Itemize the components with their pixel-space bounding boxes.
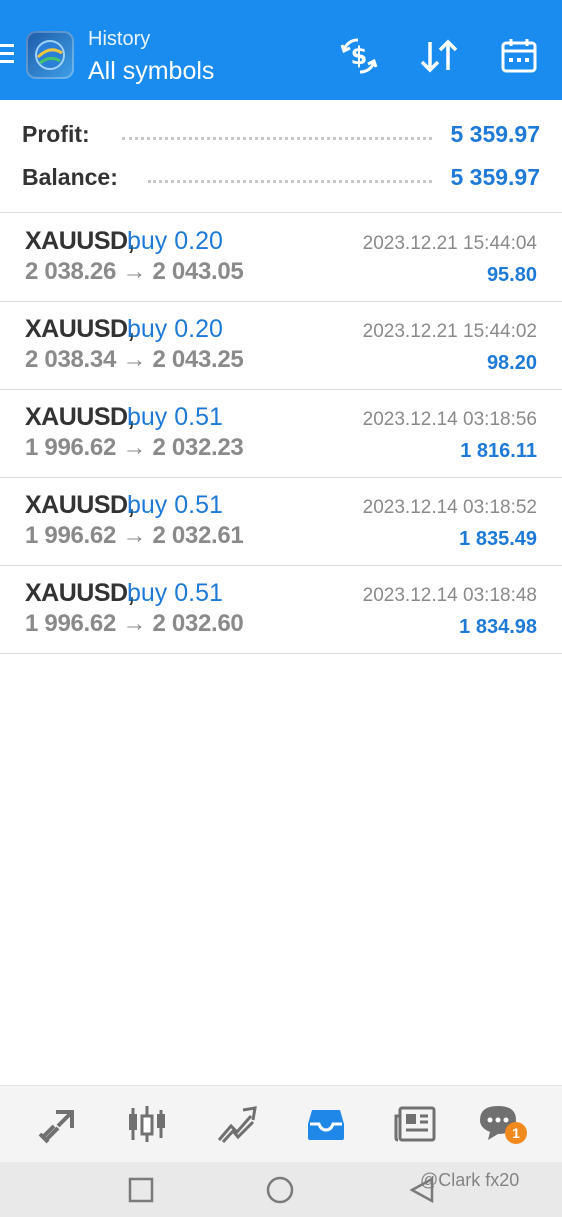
- header-title[interactable]: All symbols: [88, 57, 214, 86]
- deal-time: 2023.12.21 15:44:04: [362, 233, 537, 254]
- news-icon[interactable]: [394, 1102, 438, 1146]
- chat-icon[interactable]: 1: [478, 1102, 527, 1146]
- profit-row: Profit: 5 359.97: [22, 121, 540, 151]
- app-logo-icon: [26, 31, 74, 79]
- deal-prices: 1 996.62 → 2 032.23: [25, 434, 244, 461]
- deal-row[interactable]: XAUUSD, buy 0.51 1 996.62 → 2 032.61 202…: [0, 478, 562, 566]
- currency-exchange-icon[interactable]: $: [338, 36, 380, 76]
- deal-row[interactable]: XAUUSD, buy 0.20 2 038.34 → 2 043.25 202…: [0, 302, 562, 390]
- trade-icon[interactable]: [215, 1102, 259, 1146]
- balance-row: Balance: 5 359.97: [22, 164, 540, 194]
- deal-time: 2023.12.14 03:18:48: [362, 585, 537, 606]
- deal-symbol: XAUUSD,: [25, 491, 135, 519]
- deal-prices: 2 038.34 → 2 043.25: [25, 346, 244, 373]
- dotted-leader: [148, 180, 432, 183]
- deal-time: 2023.12.21 15:44:02: [362, 321, 537, 342]
- sort-icon[interactable]: [418, 36, 460, 76]
- deal-prices: 1 996.62 → 2 032.60: [25, 610, 244, 637]
- quotes-icon[interactable]: [36, 1102, 80, 1146]
- deal-profit: 98.20: [486, 352, 537, 374]
- watermark: @Clark fx20: [420, 1170, 520, 1190]
- deal-type: buy 0.20: [127, 227, 223, 255]
- recents-icon[interactable]: [127, 1176, 155, 1204]
- chat-badge: 1: [505, 1122, 527, 1144]
- deal-type: buy 0.20: [127, 315, 223, 343]
- deal-symbol: XAUUSD,: [25, 227, 135, 255]
- history-icon[interactable]: [304, 1102, 348, 1146]
- deal-type: buy 0.51: [127, 403, 223, 431]
- balance-label: Balance:: [22, 164, 118, 190]
- deal-symbol: XAUUSD,: [25, 403, 135, 431]
- deal-profit: 95.80: [486, 264, 537, 286]
- profit-label: Profit:: [22, 121, 90, 147]
- deal-profit: 1 816.11: [460, 440, 537, 462]
- deal-row[interactable]: XAUUSD, buy 0.51 1 996.62 → 2 032.23 202…: [0, 390, 562, 478]
- deal-prices: 1 996.62 → 2 032.61: [25, 522, 244, 549]
- bottom-navigation: 1: [0, 1085, 562, 1162]
- calendar-icon[interactable]: [498, 36, 540, 76]
- deal-profit: 1 835.49: [459, 528, 537, 550]
- home-icon[interactable]: [266, 1176, 294, 1204]
- menu-icon[interactable]: [0, 44, 14, 66]
- deal-profit: 1 834.98: [459, 616, 537, 638]
- dotted-leader: [122, 137, 432, 140]
- svg-text:$: $: [351, 42, 368, 70]
- deal-symbol: XAUUSD,: [25, 315, 135, 343]
- deal-row[interactable]: XAUUSD, buy 0.20 2 038.26 → 2 043.05 202…: [0, 214, 562, 302]
- deal-time: 2023.12.14 03:18:56: [362, 409, 537, 430]
- deal-type: buy 0.51: [127, 579, 223, 607]
- deal-row[interactable]: XAUUSD, buy 0.51 1 996.62 → 2 032.60 202…: [0, 566, 562, 654]
- chart-icon[interactable]: [125, 1102, 169, 1146]
- balance-value: 5 359.97: [450, 164, 540, 190]
- app-header: History All symbols $: [0, 0, 562, 100]
- deal-prices: 2 038.26 → 2 043.05: [25, 258, 244, 285]
- profit-value: 5 359.97: [450, 121, 540, 147]
- header-subtitle: History: [88, 28, 151, 50]
- account-summary: Profit: 5 359.97 Balance: 5 359.97: [0, 100, 562, 213]
- deal-type: buy 0.51: [127, 491, 223, 519]
- deal-symbol: XAUUSD,: [25, 579, 135, 607]
- deal-time: 2023.12.14 03:18:52: [362, 497, 537, 518]
